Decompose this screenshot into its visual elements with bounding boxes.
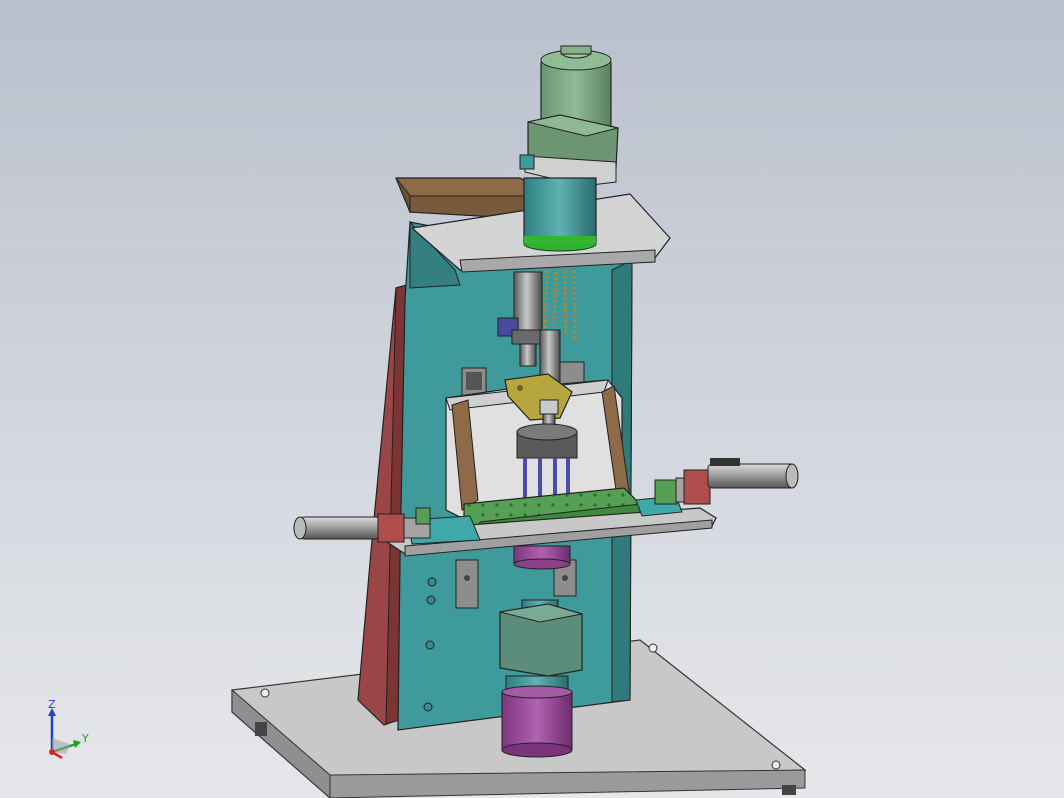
machine-assembly-model[interactable] <box>0 0 1064 798</box>
triad-origin <box>49 749 55 755</box>
spindle-cylinder <box>523 177 597 252</box>
y-axis-label: Y <box>81 732 89 745</box>
cad-viewport[interactable]: Z Y <box>0 0 1064 798</box>
right-pneumatic-cylinder <box>654 458 799 505</box>
y-axis-arrow <box>73 740 81 748</box>
upper-magenta-cylinder <box>513 545 571 570</box>
z-axis-label: Z <box>48 698 56 711</box>
orientation-triad[interactable]: Z Y <box>36 698 96 766</box>
top-motor <box>519 45 619 187</box>
